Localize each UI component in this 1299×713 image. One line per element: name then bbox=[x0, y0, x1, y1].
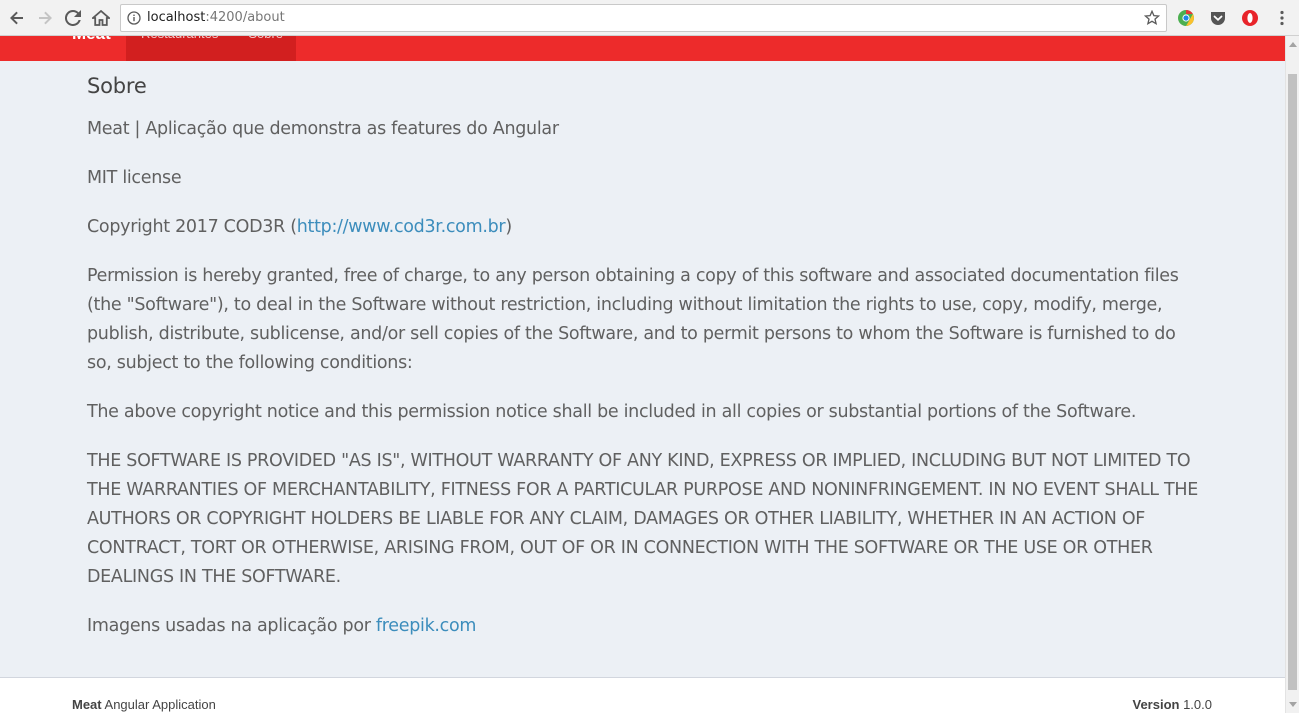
browser-menu-icon[interactable] bbox=[1273, 9, 1291, 27]
page-title: Sobre bbox=[87, 74, 147, 98]
back-button[interactable] bbox=[5, 6, 29, 30]
nav-links: Restaurantes Sobre bbox=[126, 36, 296, 61]
reload-icon bbox=[65, 10, 81, 26]
warranty-paragraph: THE SOFTWARE IS PROVIDED "AS IS", WITHOU… bbox=[87, 451, 1199, 587]
page-viewport: Meat Restaurantes Sobre Sobre Meat | Apl… bbox=[0, 36, 1285, 713]
footer-app-name: Meat Angular Application bbox=[72, 697, 216, 712]
copyright-text: Copyright 2017 COD3R ( bbox=[87, 217, 297, 237]
permission-paragraph: Permission is hereby granted, free of ch… bbox=[87, 266, 1179, 373]
url-path: :4200/about bbox=[205, 10, 285, 25]
version-label: Version bbox=[1132, 697, 1180, 712]
extension-chrome-icon[interactable] bbox=[1177, 9, 1195, 27]
app-footer: Meat Angular Application Version 1.0.0 bbox=[0, 677, 1285, 713]
scrollbar-thumb[interactable] bbox=[1288, 74, 1297, 690]
arrow-right-icon bbox=[39, 11, 52, 25]
info-icon[interactable] bbox=[127, 11, 141, 25]
url-host: localhost bbox=[147, 10, 206, 25]
footer-brand: Meat bbox=[72, 697, 102, 712]
images-credit: Imagens usadas na aplicação por freepik.… bbox=[87, 612, 476, 641]
nav-item-restaurantes[interactable]: Restaurantes bbox=[126, 36, 233, 61]
version-value: 1.0.0 bbox=[1179, 697, 1212, 712]
nav-item-sobre[interactable]: Sobre bbox=[233, 36, 298, 61]
forward-button[interactable] bbox=[33, 6, 57, 30]
copyright-line: Copyright 2017 COD3R (http://www.cod3r.c… bbox=[87, 213, 512, 242]
brand-logo[interactable]: Meat bbox=[72, 36, 111, 44]
bookmark-star-icon[interactable] bbox=[1144, 10, 1160, 26]
about-content: Sobre Meat | Aplicação que demonstra as … bbox=[87, 74, 1202, 636]
footer-app-text: Angular Application bbox=[101, 697, 216, 712]
cod3r-link[interactable]: http://www.cod3r.com.br bbox=[297, 217, 506, 237]
pocket-icon[interactable] bbox=[1209, 9, 1227, 27]
images-credit-text: Imagens usadas na aplicação por bbox=[87, 616, 376, 636]
scroll-down-arrow-icon[interactable] bbox=[1289, 702, 1297, 707]
app-description: Meat | Aplicação que demonstra as featur… bbox=[87, 119, 559, 139]
home-button[interactable] bbox=[89, 6, 113, 30]
page-scrollbar[interactable] bbox=[1285, 36, 1299, 713]
copyright-close: ) bbox=[505, 217, 512, 237]
reload-button[interactable] bbox=[61, 6, 85, 30]
footer-version: Version 1.0.0 bbox=[1133, 697, 1213, 712]
notice-paragraph: The above copyright notice and this perm… bbox=[87, 402, 1137, 422]
url-text[interactable]: localhost:4200/about bbox=[147, 10, 285, 25]
address-bar[interactable]: localhost:4200/about bbox=[120, 4, 1167, 32]
browser-toolbar: localhost:4200/about bbox=[0, 0, 1299, 36]
arrow-left-icon bbox=[10, 11, 23, 25]
freepik-link[interactable]: freepik.com bbox=[376, 616, 477, 636]
opera-extension-icon[interactable] bbox=[1241, 9, 1259, 27]
home-icon bbox=[92, 10, 110, 26]
license-name: MIT license bbox=[87, 168, 182, 188]
app-navbar: Meat Restaurantes Sobre bbox=[0, 36, 1285, 61]
scroll-up-arrow-icon[interactable] bbox=[1289, 42, 1297, 47]
